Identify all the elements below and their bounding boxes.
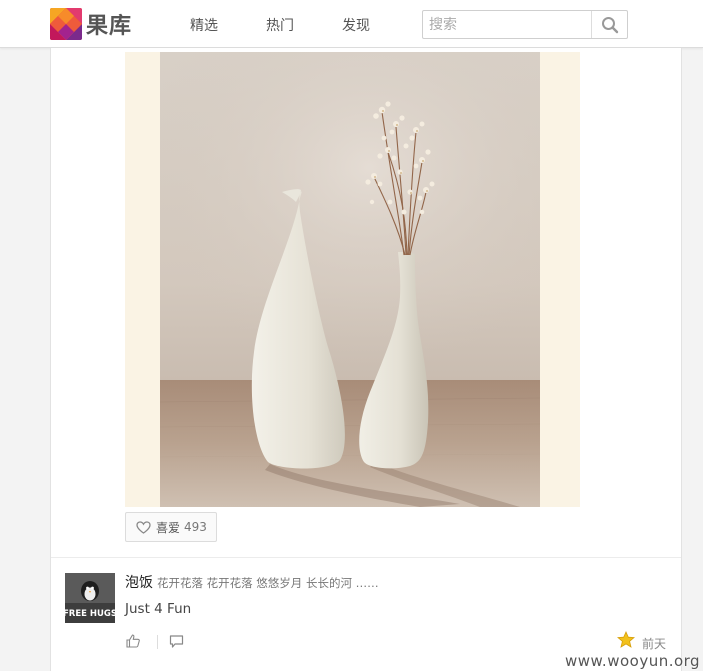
- top-navigation-bar: 果库 精选 热门 发现: [0, 0, 703, 48]
- comment-icon[interactable]: [169, 634, 184, 653]
- nav-discover[interactable]: 发现: [342, 15, 370, 35]
- nav-featured[interactable]: 精选: [190, 15, 218, 35]
- author-name[interactable]: 泡饭: [125, 572, 153, 592]
- watermark: www.wooyun.org: [565, 652, 701, 670]
- heart-icon: [136, 520, 151, 534]
- photo-frame: [125, 52, 580, 507]
- thumbs-up-icon[interactable]: [125, 633, 141, 653]
- logo-text: 果库: [86, 14, 133, 39]
- logo[interactable]: 果库: [50, 7, 140, 41]
- post-photo[interactable]: [160, 52, 540, 507]
- search-button[interactable]: [591, 11, 627, 38]
- like-count: 493: [184, 520, 207, 534]
- search-input[interactable]: [423, 11, 591, 38]
- like-label: 喜爱: [156, 520, 181, 535]
- post-time: 前天: [642, 637, 667, 651]
- avatar[interactable]: FREE HUGS: [65, 573, 115, 623]
- post-card: 喜爱 493 FREE HUGS 泡饭 花开花落 花开花落 悠悠岁月 长长的河 …: [50, 48, 682, 671]
- nav-popular[interactable]: 热门: [266, 15, 294, 35]
- avatar-caption: FREE HUGS: [65, 609, 115, 619]
- post-text: Just 4 Fun: [125, 601, 192, 617]
- logo-mark-icon: [50, 8, 82, 40]
- action-separator: [157, 635, 158, 649]
- star-icon[interactable]: [616, 631, 636, 652]
- like-button[interactable]: 喜爱 493: [125, 512, 217, 542]
- author-bio: 花开花落 花开花落 悠悠岁月 长长的河 ……: [157, 576, 379, 590]
- search-box: [422, 10, 628, 39]
- divider: [51, 557, 681, 558]
- search-icon: [601, 16, 618, 33]
